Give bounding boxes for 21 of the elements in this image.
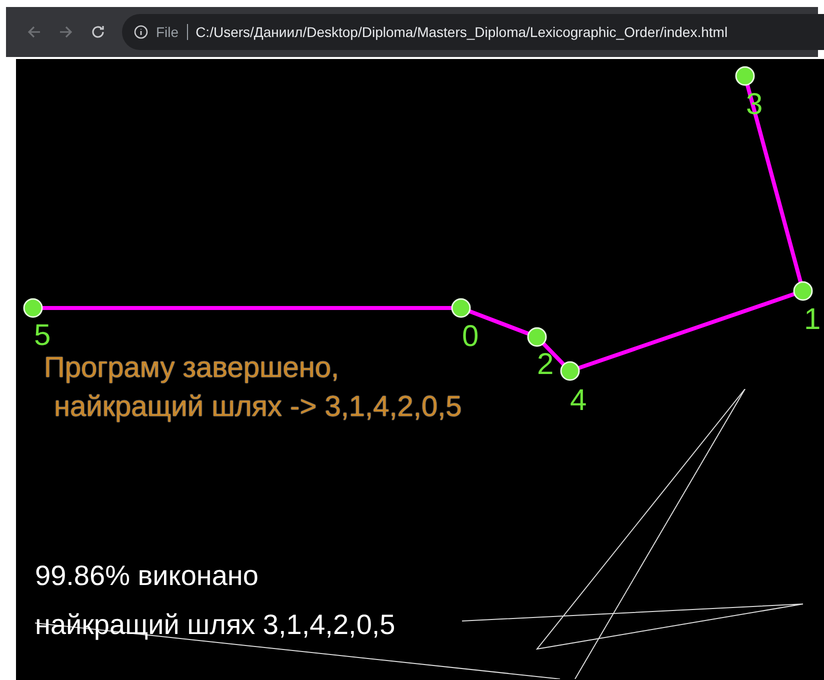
back-icon[interactable] xyxy=(26,24,42,40)
node-label: 1 xyxy=(804,305,821,335)
node-dot xyxy=(735,66,755,86)
node-dot xyxy=(451,298,471,318)
info-icon[interactable] xyxy=(134,25,148,39)
node-dot xyxy=(23,298,43,318)
node-dot xyxy=(793,281,813,301)
node-label: 5 xyxy=(34,321,51,351)
url-text: C:/Users/Даниил/Desktop/Diploma/Masters_Diploma/Lexicographic_Order/index.html xyxy=(196,22,728,42)
result-text: Програму завершено, xyxy=(44,351,340,386)
address-bar[interactable]: File C:/Users/Даниил/Desktop/Diploma/Masters_Diploma/Lexicographic_Order/index.html xyxy=(122,14,824,50)
forward-icon[interactable] xyxy=(58,24,74,40)
scheme-label: File xyxy=(156,22,179,42)
node-label: 0 xyxy=(462,322,479,352)
node-label: 2 xyxy=(537,350,554,380)
progress-text: 99.86% виконано xyxy=(35,559,258,593)
node-label: 4 xyxy=(570,386,587,416)
node-dot xyxy=(527,327,547,347)
node-dot xyxy=(560,361,580,381)
reload-icon[interactable] xyxy=(90,24,106,40)
result-text: найкращий шлях -> 3,1,4,2,0,5 xyxy=(53,390,462,425)
